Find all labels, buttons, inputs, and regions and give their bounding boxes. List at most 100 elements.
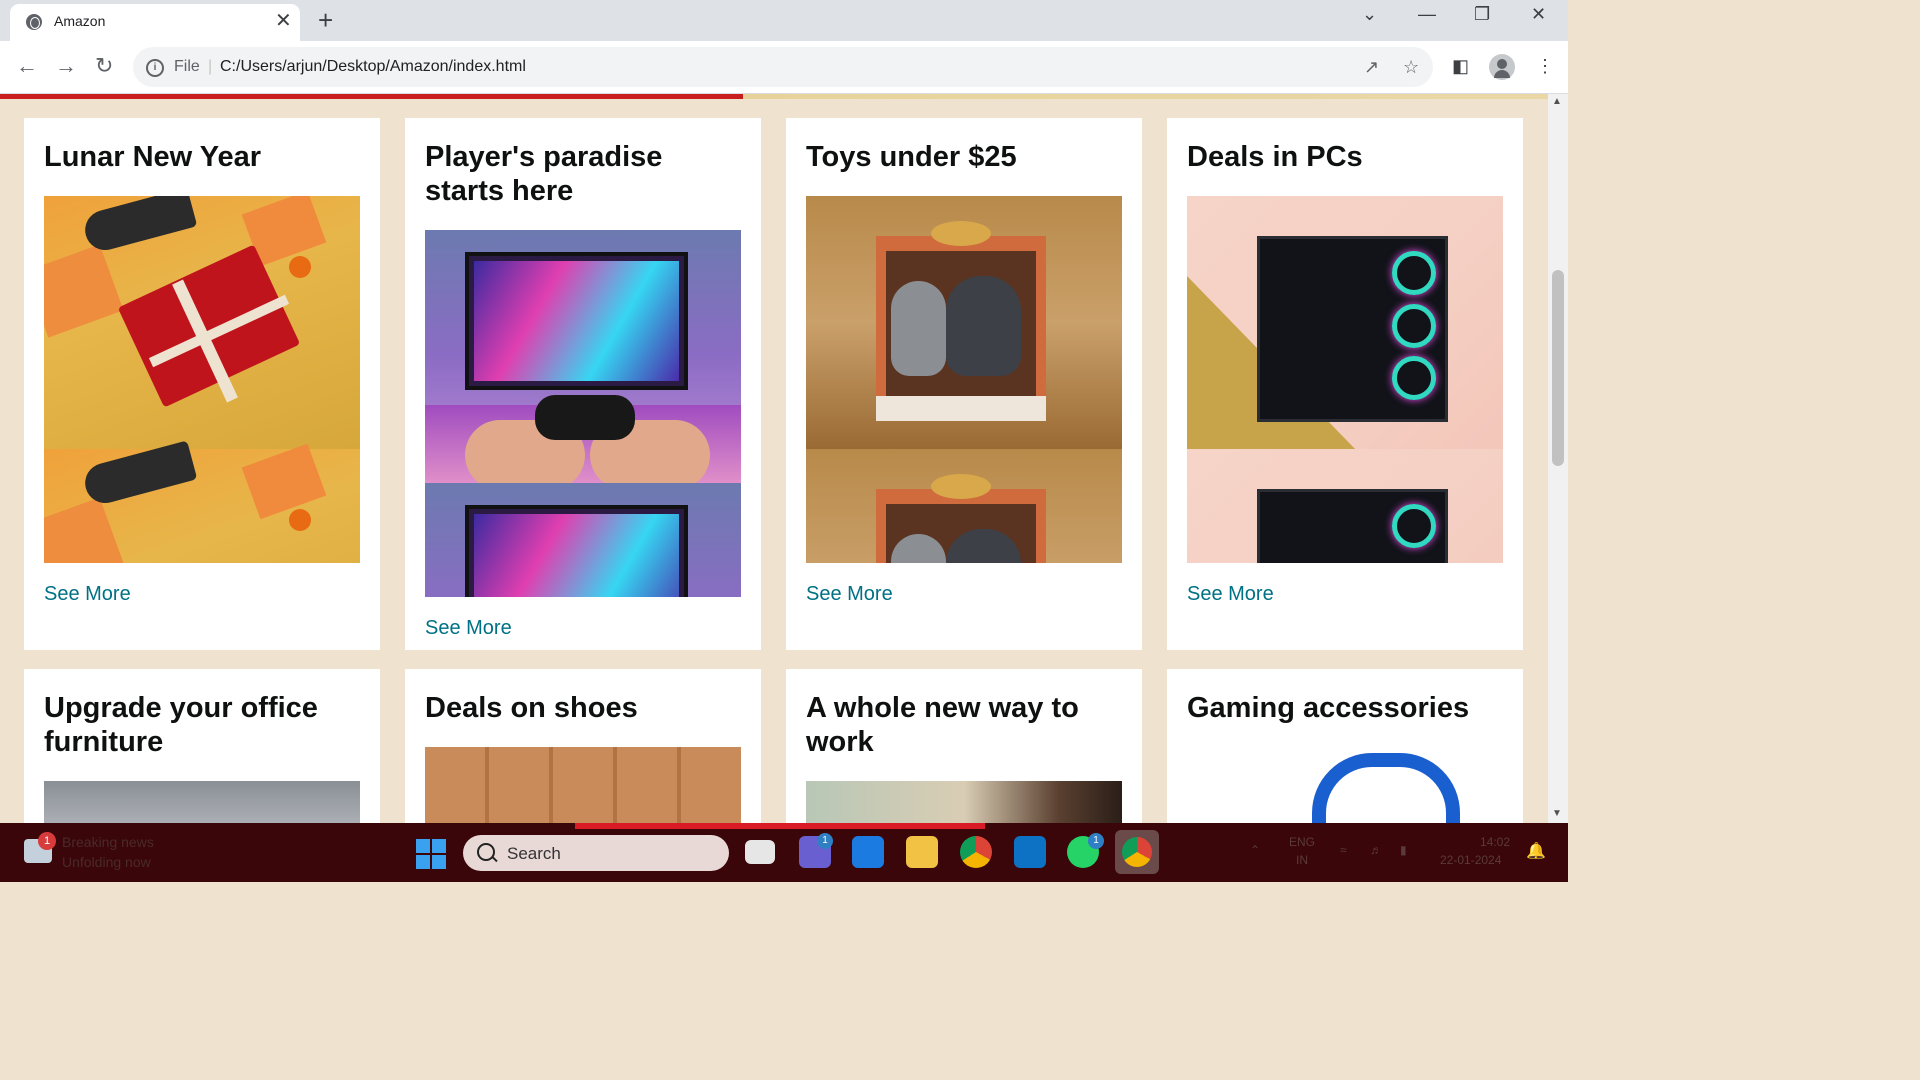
info-icon[interactable]: i <box>146 59 164 77</box>
card-toys: Toys under $25 See More <box>786 118 1142 650</box>
card-title: Deals in PCs <box>1187 141 1363 173</box>
battery-icon[interactable]: ▮ <box>1400 843 1407 857</box>
lang-primary[interactable]: ENG <box>1289 835 1315 849</box>
card-deals-shoes: Deals on shoes <box>405 669 761 823</box>
url-separator: | <box>208 58 213 75</box>
gold-bow <box>931 474 991 499</box>
new-tab-button[interactable]: + <box>318 6 333 34</box>
page-viewport: Lunar New Year See More Player's paradis… <box>0 94 1548 823</box>
toys-image-repeat <box>806 449 1122 563</box>
back-icon[interactable]: ← <box>16 54 38 78</box>
browser-toolbar: ← → ↻ i File | C:/Users/arjun/Desktop/Am… <box>0 41 1568 94</box>
gift-box <box>44 497 124 563</box>
scroll-thumb[interactable] <box>1552 270 1564 466</box>
more-menu-icon[interactable]: ⋮ <box>1536 56 1554 77</box>
pc-image <box>1187 196 1503 451</box>
address-bar[interactable]: i File | C:/Users/arjun/Desktop/Amazon/i… <box>133 47 1433 87</box>
chrome-icon <box>1122 837 1152 867</box>
url-text[interactable]: C:/Users/arjun/Desktop/Amazon/index.html <box>220 58 526 76</box>
card-deals-pcs: Deals in PCs See More <box>1167 118 1523 650</box>
headset-band <box>1312 753 1460 823</box>
browser-tab[interactable]: Amazon ✕ <box>10 4 300 41</box>
card-title: A whole new way to work <box>806 692 1079 758</box>
lunar-image-repeat <box>44 440 360 563</box>
notification-bell-icon[interactable]: 🔔 <box>1526 841 1546 861</box>
card-image-pc[interactable] <box>1187 196 1503 563</box>
news-badge: 1 <box>38 832 56 850</box>
rgb-fan <box>1392 304 1436 348</box>
card-image-work[interactable] <box>806 781 1122 823</box>
rgb-fan <box>1392 356 1436 400</box>
maximize-button[interactable]: ❐ <box>1474 4 1490 25</box>
news-title[interactable]: Breaking news <box>62 834 154 850</box>
see-more-link[interactable]: See More <box>806 583 893 606</box>
card-image-shoes[interactable] <box>425 747 741 823</box>
card-image-lunar[interactable] <box>44 196 360 563</box>
see-more-link[interactable]: See More <box>1187 583 1274 606</box>
gift-box <box>44 244 124 338</box>
chrome-icon[interactable] <box>960 836 992 868</box>
share-icon[interactable]: ↗ <box>1364 57 1379 78</box>
iron <box>80 440 198 508</box>
card-office-furniture: Upgrade your office furniture <box>24 669 380 823</box>
tab-search-icon[interactable]: ⌄ <box>1362 4 1377 25</box>
card-title: Deals on shoes <box>425 692 638 724</box>
taskbar-search[interactable]: Search <box>463 835 729 871</box>
tab-strip: Amazon ✕ + ⌄ — ❐ ✕ <box>0 0 1568 41</box>
page-scrollbar[interactable]: ▲ ▼ <box>1548 94 1568 823</box>
tray-chevron-icon[interactable]: ⌃ <box>1250 843 1260 857</box>
chrome-active-icon[interactable] <box>1115 830 1159 874</box>
card-image-office[interactable] <box>44 781 360 823</box>
whatsapp-badge: 1 <box>1088 833 1104 849</box>
gold-bow <box>931 221 991 246</box>
lunar-image <box>44 196 360 449</box>
toys-image <box>806 196 1122 449</box>
card-title: Player's paradise starts here <box>425 141 663 207</box>
scroll-down-arrow[interactable]: ▼ <box>1552 808 1562 819</box>
windows-start-icon[interactable] <box>416 839 446 869</box>
gift-box <box>241 443 327 520</box>
scroll-up-arrow[interactable]: ▲ <box>1552 96 1562 107</box>
rgb-fan <box>1392 504 1436 548</box>
star-icon[interactable]: ☆ <box>1403 57 1419 78</box>
wifi-icon[interactable]: ≈ <box>1340 843 1347 857</box>
gamepad <box>535 395 635 440</box>
store-icon[interactable] <box>852 836 884 868</box>
card-new-way-work: A whole new way to work <box>786 669 1142 823</box>
minimize-button[interactable]: — <box>1418 4 1436 25</box>
clock-time[interactable]: 14:02 <box>1480 835 1510 849</box>
file-explorer-icon[interactable] <box>906 836 938 868</box>
reload-icon[interactable]: ↻ <box>95 54 113 78</box>
iron <box>80 196 198 255</box>
close-tab-icon[interactable]: ✕ <box>275 9 292 33</box>
clock-date: 22-01-2024 <box>1440 853 1502 867</box>
tv-screen <box>474 261 679 381</box>
hero-banner-edge <box>0 94 1548 99</box>
card-image-toys[interactable] <box>806 196 1122 563</box>
box-base <box>876 396 1046 421</box>
bear-plush <box>946 276 1021 376</box>
pc-image-repeat <box>1187 449 1503 563</box>
penguin-plush <box>891 281 946 376</box>
card-image-gaming[interactable] <box>425 230 741 597</box>
task-view-icon[interactable] <box>745 840 775 864</box>
red-gift <box>117 244 301 408</box>
vscode-icon[interactable] <box>1014 836 1046 868</box>
card-image-headset[interactable] <box>1187 747 1503 823</box>
volume-icon[interactable]: ♬ <box>1370 843 1382 857</box>
profile-avatar[interactable] <box>1489 54 1515 80</box>
search-icon <box>477 843 495 861</box>
card-title: Lunar New Year <box>44 141 262 173</box>
see-more-link[interactable]: See More <box>425 617 512 640</box>
card-players-paradise: Player's paradise starts here See More <box>405 118 761 650</box>
close-window-button[interactable]: ✕ <box>1531 4 1546 25</box>
forward-icon[interactable]: → <box>55 54 77 78</box>
search-placeholder: Search <box>507 844 561 863</box>
url-scheme: File <box>174 58 200 75</box>
tab-title: Amazon <box>54 13 106 29</box>
lang-secondary: IN <box>1296 853 1308 867</box>
rgb-fan <box>1392 251 1436 295</box>
see-more-link[interactable]: See More <box>44 583 131 606</box>
tv <box>465 252 688 390</box>
side-panel-icon[interactable]: ◧ <box>1452 56 1469 77</box>
